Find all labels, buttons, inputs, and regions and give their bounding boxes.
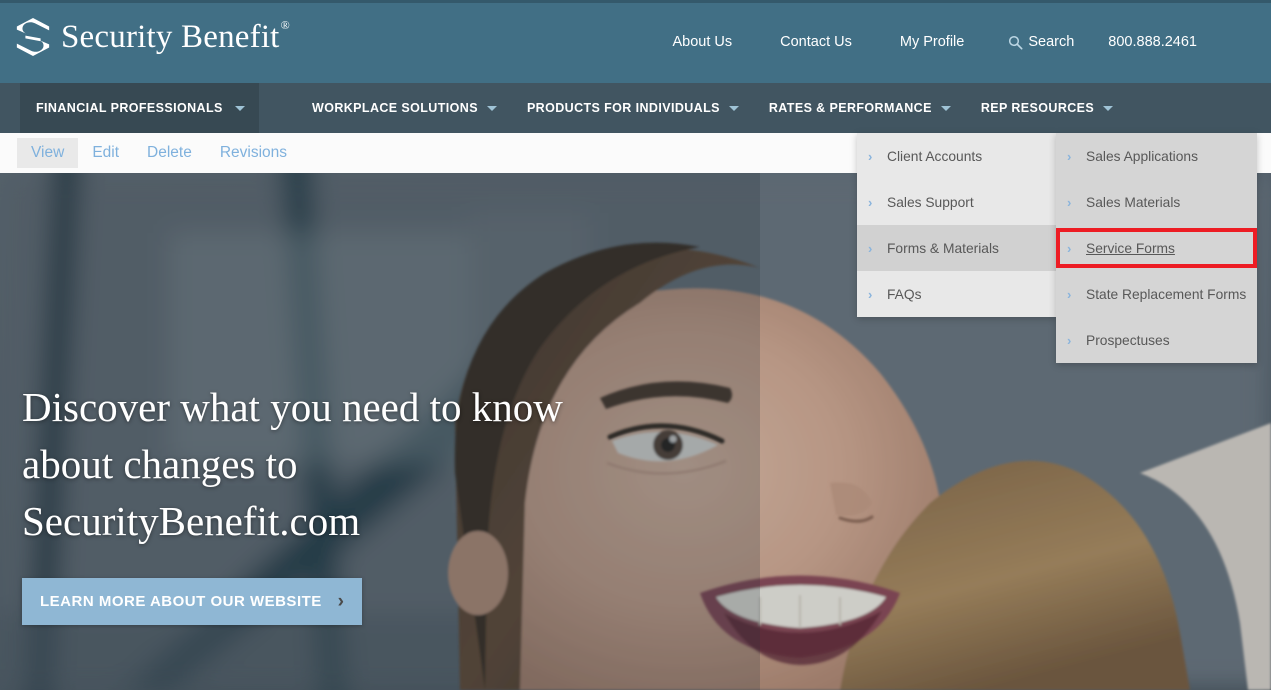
audience-selector-label: FINANCIAL PROFESSIONALS bbox=[36, 101, 223, 115]
nav-item-label: REP RESOURCES bbox=[980, 101, 1095, 115]
mega-link-sales-support[interactable]: › Sales Support bbox=[857, 179, 1057, 225]
hero-title-line-1: Discover what you need to know bbox=[22, 384, 563, 430]
site-logo[interactable]: Security Benefit® bbox=[14, 17, 290, 57]
chevron-right-icon: › bbox=[337, 591, 344, 612]
chevron-right-icon: › bbox=[1067, 240, 1072, 256]
site-header: Security Benefit® About Us Contact Us My… bbox=[0, 0, 1271, 83]
mega-link-label: Service Forms bbox=[1086, 240, 1175, 256]
chevron-right-icon: › bbox=[1067, 286, 1072, 302]
mega-link-service-forms[interactable]: › Service Forms bbox=[1056, 225, 1257, 271]
security-benefit-s-mark-icon bbox=[16, 18, 50, 56]
chevron-right-icon: › bbox=[868, 286, 873, 302]
hero-copy: Discover what you need to know about cha… bbox=[22, 379, 642, 625]
tab-revisions[interactable]: Revisions bbox=[206, 138, 301, 168]
nav-item-label: WORKPLACE SOLUTIONS bbox=[312, 101, 478, 115]
mega-link-sales-materials[interactable]: › Sales Materials bbox=[1056, 179, 1257, 225]
chevron-right-icon: › bbox=[1067, 194, 1072, 210]
utility-link-contact-us[interactable]: Contact Us bbox=[756, 34, 876, 50]
chevron-down-icon bbox=[486, 105, 497, 111]
phone-number[interactable]: 800.888.2461 bbox=[1074, 34, 1197, 50]
page-root: Security Benefit® About Us Contact Us My… bbox=[0, 0, 1271, 690]
nav-item-rep-resources[interactable]: REP RESOURCES bbox=[966, 83, 1128, 133]
tab-delete[interactable]: Delete bbox=[133, 138, 206, 168]
chevron-down-icon bbox=[1103, 105, 1114, 111]
hero-title-line-2: about changes to bbox=[22, 441, 298, 487]
registered-mark: ® bbox=[280, 17, 290, 32]
chevron-down-icon bbox=[235, 105, 245, 111]
mega-link-label: Sales Materials bbox=[1086, 194, 1181, 210]
chevron-down-icon bbox=[728, 105, 739, 111]
mega-link-label: State Replacement Forms bbox=[1086, 286, 1247, 302]
chevron-right-icon: › bbox=[1067, 332, 1072, 348]
mega-link-faqs[interactable]: › FAQs bbox=[857, 271, 1057, 317]
mega-link-label: Client Accounts bbox=[887, 148, 983, 164]
nav-item-workplace-solutions[interactable]: WORKPLACE SOLUTIONS bbox=[297, 83, 512, 133]
hero-title: Discover what you need to know about cha… bbox=[22, 379, 642, 550]
mega-link-label: Sales Applications bbox=[1086, 148, 1198, 164]
audience-selector-financial-professionals[interactable]: FINANCIAL PROFESSIONALS bbox=[20, 83, 259, 133]
mega-link-label: Sales Support bbox=[887, 194, 974, 210]
nav-item-rates-and-performance[interactable]: RATES & PERFORMANCE bbox=[754, 83, 966, 133]
chevron-right-icon: › bbox=[868, 240, 873, 256]
main-navigation: FINANCIAL PROFESSIONALS WORKPLACE SOLUTI… bbox=[0, 83, 1271, 133]
mega-link-forms-and-materials[interactable]: › Forms & Materials bbox=[857, 225, 1057, 271]
nav-item-label: PRODUCTS FOR INDIVIDUALS bbox=[526, 101, 720, 115]
mega-link-client-accounts[interactable]: › Client Accounts bbox=[857, 133, 1057, 179]
chevron-down-icon bbox=[940, 105, 951, 111]
brand-name: Security Benefit® bbox=[61, 17, 290, 55]
search-button[interactable]: Search bbox=[988, 34, 1074, 50]
utility-link-about-us[interactable]: About Us bbox=[672, 34, 756, 50]
nav-item-products-for-individuals[interactable]: PRODUCTS FOR INDIVIDUALS bbox=[512, 83, 754, 133]
search-icon bbox=[1009, 35, 1023, 50]
utility-nav: About Us Contact Us My Profile Search 80… bbox=[672, 34, 1197, 50]
hero-title-line-3: SecurityBenefit.com bbox=[22, 498, 361, 544]
mega-link-label: FAQs bbox=[887, 286, 922, 302]
mega-menu-column-2: › Sales Applications › Sales Materials ›… bbox=[1056, 133, 1257, 363]
mega-link-label: Forms & Materials bbox=[887, 240, 999, 256]
mega-link-sales-applications[interactable]: › Sales Applications bbox=[1056, 133, 1257, 179]
chevron-right-icon: › bbox=[1067, 148, 1072, 164]
tab-view[interactable]: View bbox=[17, 138, 79, 168]
utility-link-my-profile[interactable]: My Profile bbox=[876, 34, 988, 50]
mega-link-label: Prospectuses bbox=[1086, 332, 1170, 348]
main-nav-items: WORKPLACE SOLUTIONS PRODUCTS FOR INDIVID… bbox=[297, 83, 1128, 133]
tab-edit[interactable]: Edit bbox=[78, 138, 133, 168]
nav-item-label: RATES & PERFORMANCE bbox=[768, 101, 932, 115]
chevron-right-icon: › bbox=[868, 148, 873, 164]
mega-menu-column-1: › Client Accounts › Sales Support › Form… bbox=[857, 133, 1057, 317]
chevron-right-icon: › bbox=[868, 194, 873, 210]
mega-link-state-replacement-forms[interactable]: › State Replacement Forms bbox=[1056, 271, 1257, 317]
mega-link-prospectuses[interactable]: › Prospectuses bbox=[1056, 317, 1257, 363]
search-label: Search bbox=[1028, 34, 1075, 50]
hero-cta-label: LEARN MORE ABOUT OUR WEBSITE bbox=[40, 593, 322, 610]
hero-cta-button[interactable]: LEARN MORE ABOUT OUR WEBSITE › bbox=[22, 578, 362, 625]
